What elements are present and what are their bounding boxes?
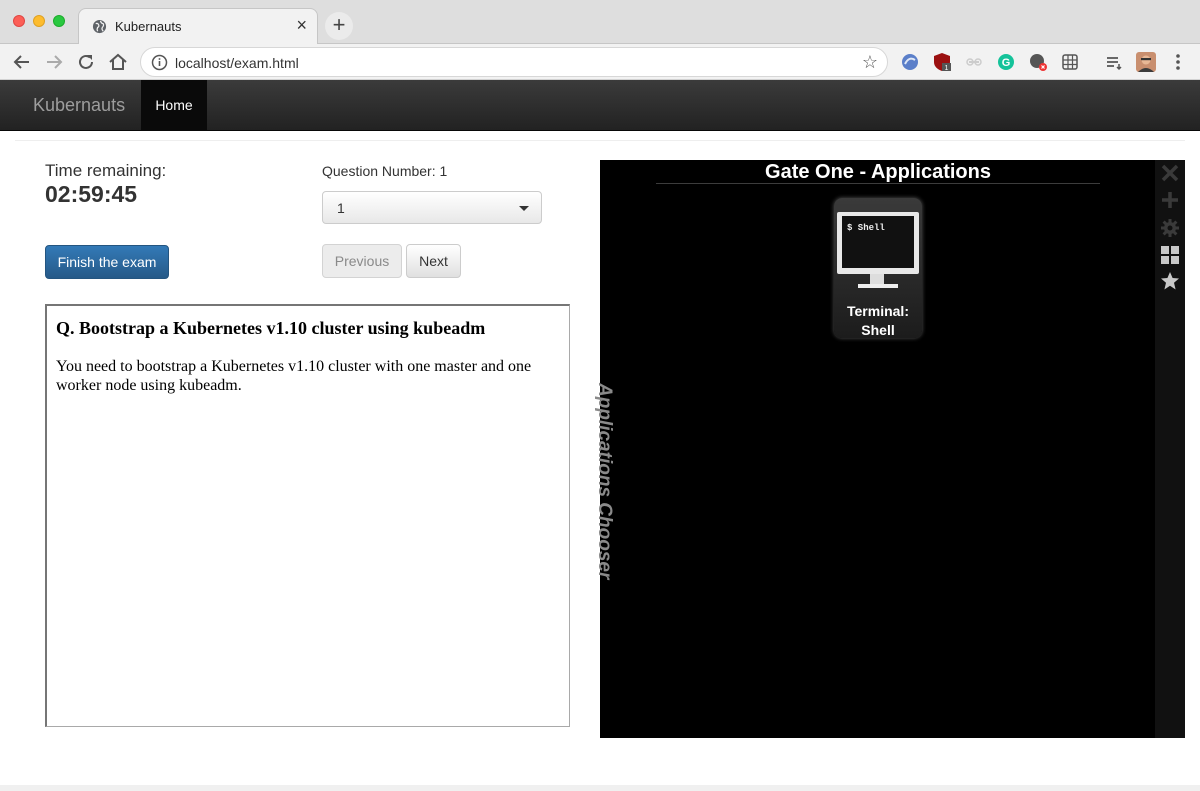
minimize-window-button[interactable] bbox=[33, 15, 45, 27]
address-bar[interactable]: localhost/exam.html ☆ bbox=[140, 47, 888, 77]
terminal-shell-app-tile[interactable]: $ Shell Terminal: Shell bbox=[834, 198, 922, 338]
url-text: localhost/exam.html bbox=[175, 55, 299, 71]
app-tile-label: Terminal: Shell bbox=[834, 302, 922, 340]
close-window-button[interactable] bbox=[13, 15, 25, 27]
time-remaining-label: Time remaining: bbox=[45, 161, 167, 180]
globe-icon bbox=[92, 19, 107, 34]
star-icon[interactable] bbox=[1160, 271, 1180, 291]
bottom-edge bbox=[0, 785, 1200, 791]
reload-icon[interactable] bbox=[73, 49, 99, 75]
back-icon[interactable] bbox=[9, 49, 35, 75]
info-icon[interactable] bbox=[151, 54, 168, 71]
question-title: Q. Bootstrap a Kubernetes v1.10 cluster … bbox=[56, 318, 486, 338]
gateone-title: Gate One - Applications bbox=[765, 161, 991, 183]
question-textarea[interactable]: Q. Bootstrap a Kubernetes v1.10 cluster … bbox=[45, 304, 570, 727]
monitor-base bbox=[858, 284, 898, 288]
content-divider bbox=[15, 140, 1185, 141]
nav-item-home[interactable]: Home bbox=[141, 80, 207, 130]
new-tab-button[interactable]: + bbox=[325, 12, 353, 40]
title-divider bbox=[656, 183, 1100, 184]
gateone-terminal-panel[interactable]: Gate One - Applications $ Shell Terminal… bbox=[600, 160, 1185, 738]
maximize-window-button[interactable] bbox=[53, 15, 65, 27]
monitor-stand bbox=[870, 274, 884, 284]
next-button[interactable]: Next bbox=[406, 244, 461, 278]
caret-down-icon bbox=[519, 206, 529, 211]
grid-icon[interactable] bbox=[1160, 245, 1180, 265]
extension-badge: 1 bbox=[945, 65, 949, 72]
shell-prompt-text: $ Shell bbox=[847, 223, 885, 233]
site-navbar: Kubernauts Home bbox=[0, 80, 1200, 131]
gear-icon[interactable] bbox=[1160, 218, 1180, 238]
question-select-value: 1 bbox=[337, 200, 345, 216]
gateone-sidebar bbox=[1155, 160, 1185, 738]
browser-toolbar: localhost/exam.html ☆ 1 G bbox=[0, 44, 1200, 80]
extension-swirl-icon[interactable] bbox=[900, 52, 920, 72]
bookmark-star-icon[interactable]: ☆ bbox=[862, 52, 878, 73]
question-number-label: Question Number: 1 bbox=[322, 163, 448, 179]
plus-icon[interactable] bbox=[1160, 190, 1180, 210]
time-remaining-value: 02:59:45 bbox=[45, 181, 138, 207]
question-number-select[interactable]: 1 bbox=[322, 191, 542, 224]
menu-dots-icon[interactable] bbox=[1168, 52, 1188, 72]
question-body: You need to bootstrap a Kubernetes v1.10… bbox=[56, 358, 532, 394]
profile-avatar-icon[interactable] bbox=[1136, 52, 1156, 72]
link-extension-icon[interactable] bbox=[964, 52, 984, 72]
applications-chooser-label[interactable]: Applications Chooser bbox=[593, 383, 615, 579]
monitor-icon: $ Shell bbox=[837, 212, 919, 274]
playlist-icon[interactable] bbox=[1104, 52, 1124, 72]
grammarly-icon[interactable]: G bbox=[996, 52, 1016, 72]
finish-exam-button[interactable]: Finish the exam bbox=[45, 245, 169, 279]
browser-tab[interactable]: Kubernauts × bbox=[78, 8, 318, 44]
tab-strip: Kubernauts × + bbox=[0, 0, 1200, 44]
previous-button[interactable]: Previous bbox=[322, 244, 402, 278]
monitor-screen: $ Shell bbox=[842, 216, 914, 268]
forward-icon[interactable] bbox=[41, 49, 67, 75]
privacy-extension-icon[interactable] bbox=[1028, 52, 1048, 72]
svg-text:G: G bbox=[1002, 57, 1011, 69]
ublock-shield-icon[interactable]: 1 bbox=[932, 52, 952, 72]
home-icon[interactable] bbox=[105, 49, 131, 75]
app-tile-label-line2: Shell bbox=[861, 322, 895, 338]
tab-title: Kubernauts bbox=[115, 19, 182, 34]
tab-close-icon[interactable]: × bbox=[296, 15, 307, 35]
apps-grid-icon[interactable] bbox=[1060, 52, 1080, 72]
brand-link[interactable]: Kubernauts bbox=[33, 95, 125, 116]
browser-window: Kubernauts × + localhost/exam.html ☆ 1 G… bbox=[0, 0, 1200, 791]
close-icon[interactable] bbox=[1160, 163, 1180, 183]
app-tile-label-line1: Terminal: bbox=[847, 303, 909, 319]
